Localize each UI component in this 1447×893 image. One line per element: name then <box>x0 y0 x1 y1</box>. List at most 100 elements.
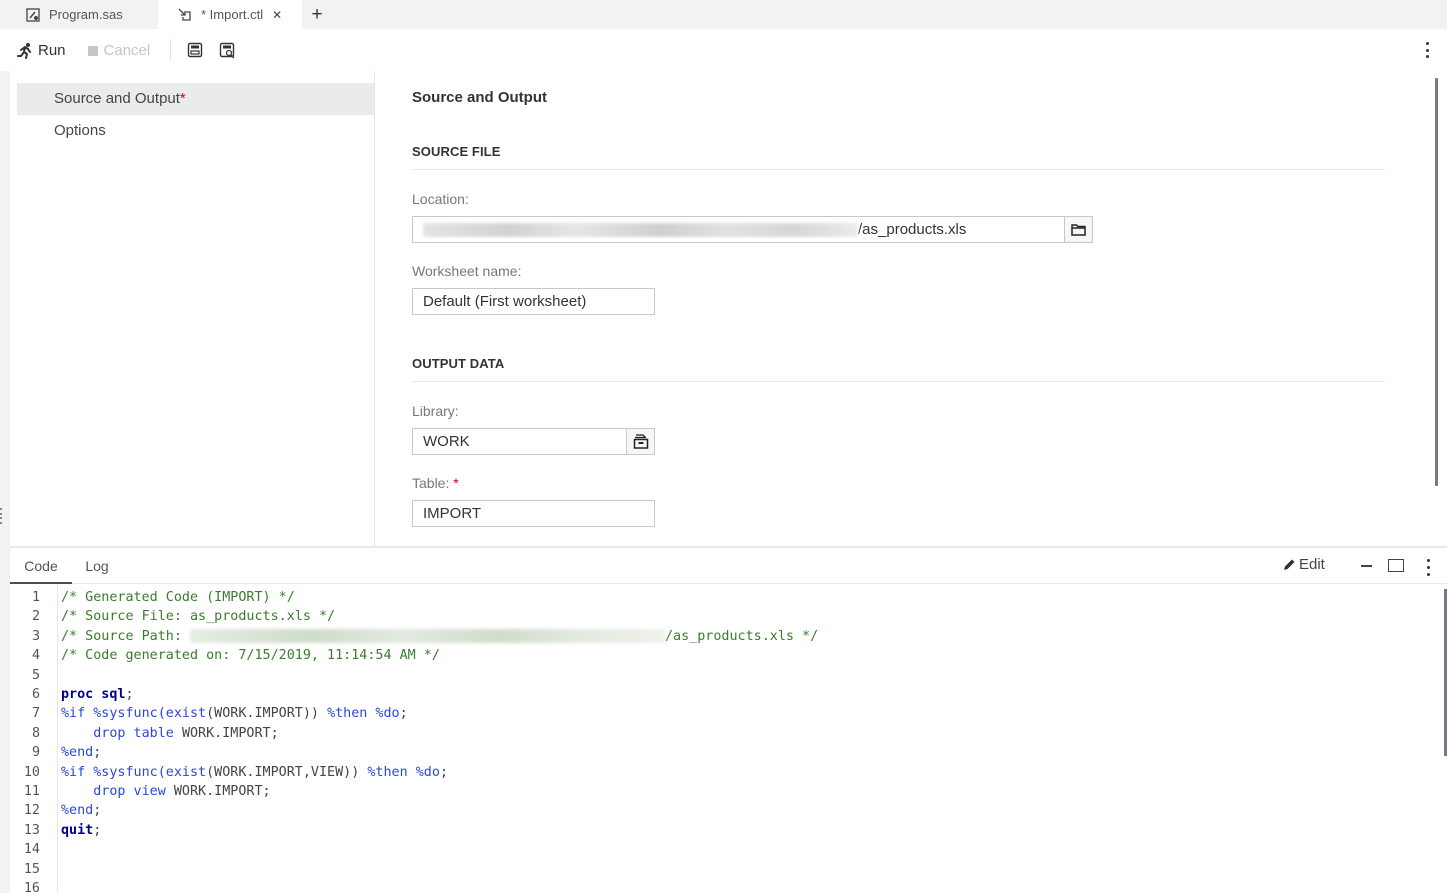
sas-program-icon <box>26 7 40 22</box>
tab-bar: Program.sas * Import.ctl ✕ + <box>0 0 1447 29</box>
add-tab-button[interactable]: + <box>302 0 332 29</box>
minimize-button[interactable] <box>1357 556 1375 576</box>
form-scrollbar[interactable] <box>1435 78 1438 486</box>
cancel-label: Cancel <box>103 41 151 59</box>
cancel-button[interactable]: Cancel <box>86 41 151 59</box>
code-line: 3 /* Source Path: /as_products.xls */ <box>10 627 1410 646</box>
code-line: 9 %end; <box>10 743 1410 762</box>
maximize-button[interactable] <box>1388 559 1404 572</box>
code-line: 2 /* Source File: as_products.xls */ <box>10 607 1410 626</box>
table-label: Table: * <box>412 475 459 491</box>
pane-more-options-icon[interactable] <box>1420 559 1436 576</box>
line-number: 16 <box>23 881 40 893</box>
location-label: Location: <box>412 191 469 207</box>
code-log-tabs: Code Log Edit <box>10 548 1447 584</box>
table-value: IMPORT <box>423 505 482 522</box>
left-collapsed-panel <box>0 71 10 893</box>
more-options-icon[interactable] <box>1419 41 1435 59</box>
browse-location-button[interactable] <box>1064 217 1092 242</box>
code-token: %end <box>61 745 94 761</box>
pencil-icon <box>1282 558 1296 572</box>
line-number: 5 <box>31 667 40 683</box>
code-text: drop view WORK.IMPORT; <box>61 782 270 801</box>
code-token: proc sql <box>61 687 126 702</box>
run-label: Run <box>38 41 66 59</box>
code-token: drop table <box>61 725 182 741</box>
browse-library-button[interactable] <box>626 429 654 454</box>
tab-label: Program.sas <box>49 7 123 22</box>
code-token: /* Generated Code (IMPORT) */ <box>61 590 295 605</box>
code-line: 16 <box>10 879 1410 893</box>
code-line: 7 %if %sysfunc(exist(WORK.IMPORT)) %then … <box>10 704 1410 723</box>
code-line: 5 <box>10 666 1410 685</box>
code-text: /* Source Path: /as_products.xls */ <box>61 627 818 646</box>
section-nav: Source and Output* Options <box>17 83 374 147</box>
save-as-button[interactable] <box>217 40 237 60</box>
tab-import-ctl[interactable]: * Import.ctl ✕ <box>158 0 302 29</box>
code-line: 11 drop view WORK.IMPORT; <box>10 782 1410 801</box>
code-token: %then %do <box>327 706 400 722</box>
code-line: 8 drop table WORK.IMPORT; <box>10 724 1410 743</box>
section-divider <box>412 381 1385 382</box>
toolbar-divider <box>170 39 172 61</box>
code-text: %end; <box>61 743 101 762</box>
required-marker: * <box>453 475 459 491</box>
code-text: /* Code generated on: 7/15/2019, 11:14:5… <box>61 646 440 665</box>
code-text: quit; <box>61 821 101 840</box>
library-field[interactable]: WORK <box>412 428 655 455</box>
nav-divider <box>374 71 375 546</box>
line-number: 3 <box>31 628 40 644</box>
panel-resize-handle[interactable] <box>0 508 3 524</box>
nav-item-options[interactable]: Options <box>17 115 374 147</box>
code-token: ; <box>93 803 102 819</box>
code-token: %if %sysfunc(exist <box>61 706 207 722</box>
toolbar: Run Cancel <box>0 29 1447 71</box>
tab-log[interactable]: Log <box>82 548 112 584</box>
code-token: /as_products.xls */ <box>665 628 819 644</box>
run-button[interactable]: Run <box>17 42 66 59</box>
code-line: 4 /* Code generated on: 7/15/2019, 11:14:… <box>10 646 1410 665</box>
save-button[interactable] <box>185 40 205 60</box>
edit-label: Edit <box>1299 556 1325 573</box>
code-token: %end <box>61 803 94 819</box>
required-marker: * <box>179 90 186 107</box>
code-token: (WORK.IMPORT)) <box>206 706 328 722</box>
nav-item-label: Options <box>54 122 106 139</box>
form-title: Source and Output <box>412 89 547 106</box>
folder-icon <box>1071 224 1086 236</box>
tab-label: * Import.ctl <box>201 7 264 22</box>
code-line: 15 <box>10 860 1410 879</box>
code-line: 13 quit; <box>10 821 1410 840</box>
line-number: 10 <box>23 764 40 780</box>
section-heading-source-file: SOURCE FILE <box>412 144 501 159</box>
line-number: 1 <box>31 590 40 605</box>
line-number: 6 <box>31 687 40 702</box>
code-token: %then %do <box>367 764 440 780</box>
code-text: /* Generated Code (IMPORT) */ <box>61 588 295 607</box>
location-field[interactable]: /as_products.xls <box>412 216 1093 243</box>
code-text: proc sql; <box>61 685 134 704</box>
redacted-path <box>190 628 665 643</box>
line-number: 9 <box>31 745 40 761</box>
code-line: 10 %if %sysfunc(exist(WORK.IMPORT,VIEW)) … <box>10 763 1410 782</box>
table-field[interactable]: IMPORT <box>412 500 655 527</box>
edit-button[interactable]: Edit <box>1282 556 1325 573</box>
code-token: /* Source File: as_products.xls */ <box>61 609 336 625</box>
code-token: /* Code generated on: 7/15/2019, 11:14:5… <box>61 648 440 664</box>
location-value: /as_products.xls <box>413 221 1064 238</box>
code-token: quit <box>61 822 94 838</box>
redacted-path <box>423 223 858 238</box>
code-token: drop view <box>61 784 174 799</box>
worksheet-label: Worksheet name: <box>412 263 522 279</box>
nav-item-source-and-output[interactable]: Source and Output* <box>17 83 374 115</box>
code-token: %if %sysfunc(exist <box>61 764 207 780</box>
close-tab-icon[interactable]: ✕ <box>272 8 282 22</box>
tab-code[interactable]: Code <box>10 548 72 584</box>
code-text: %if %sysfunc(exist(WORK.IMPORT,VIEW)) %t… <box>61 763 448 782</box>
line-number: 14 <box>23 842 40 858</box>
worksheet-field[interactable]: Default (First worksheet) <box>412 288 655 315</box>
line-number: 13 <box>23 822 40 838</box>
code-editor[interactable]: 1 /* Generated Code (IMPORT) */ 2 /* Source… <box>10 585 1447 893</box>
line-number: 7 <box>31 706 40 722</box>
tab-program-sas[interactable]: Program.sas <box>0 0 158 29</box>
